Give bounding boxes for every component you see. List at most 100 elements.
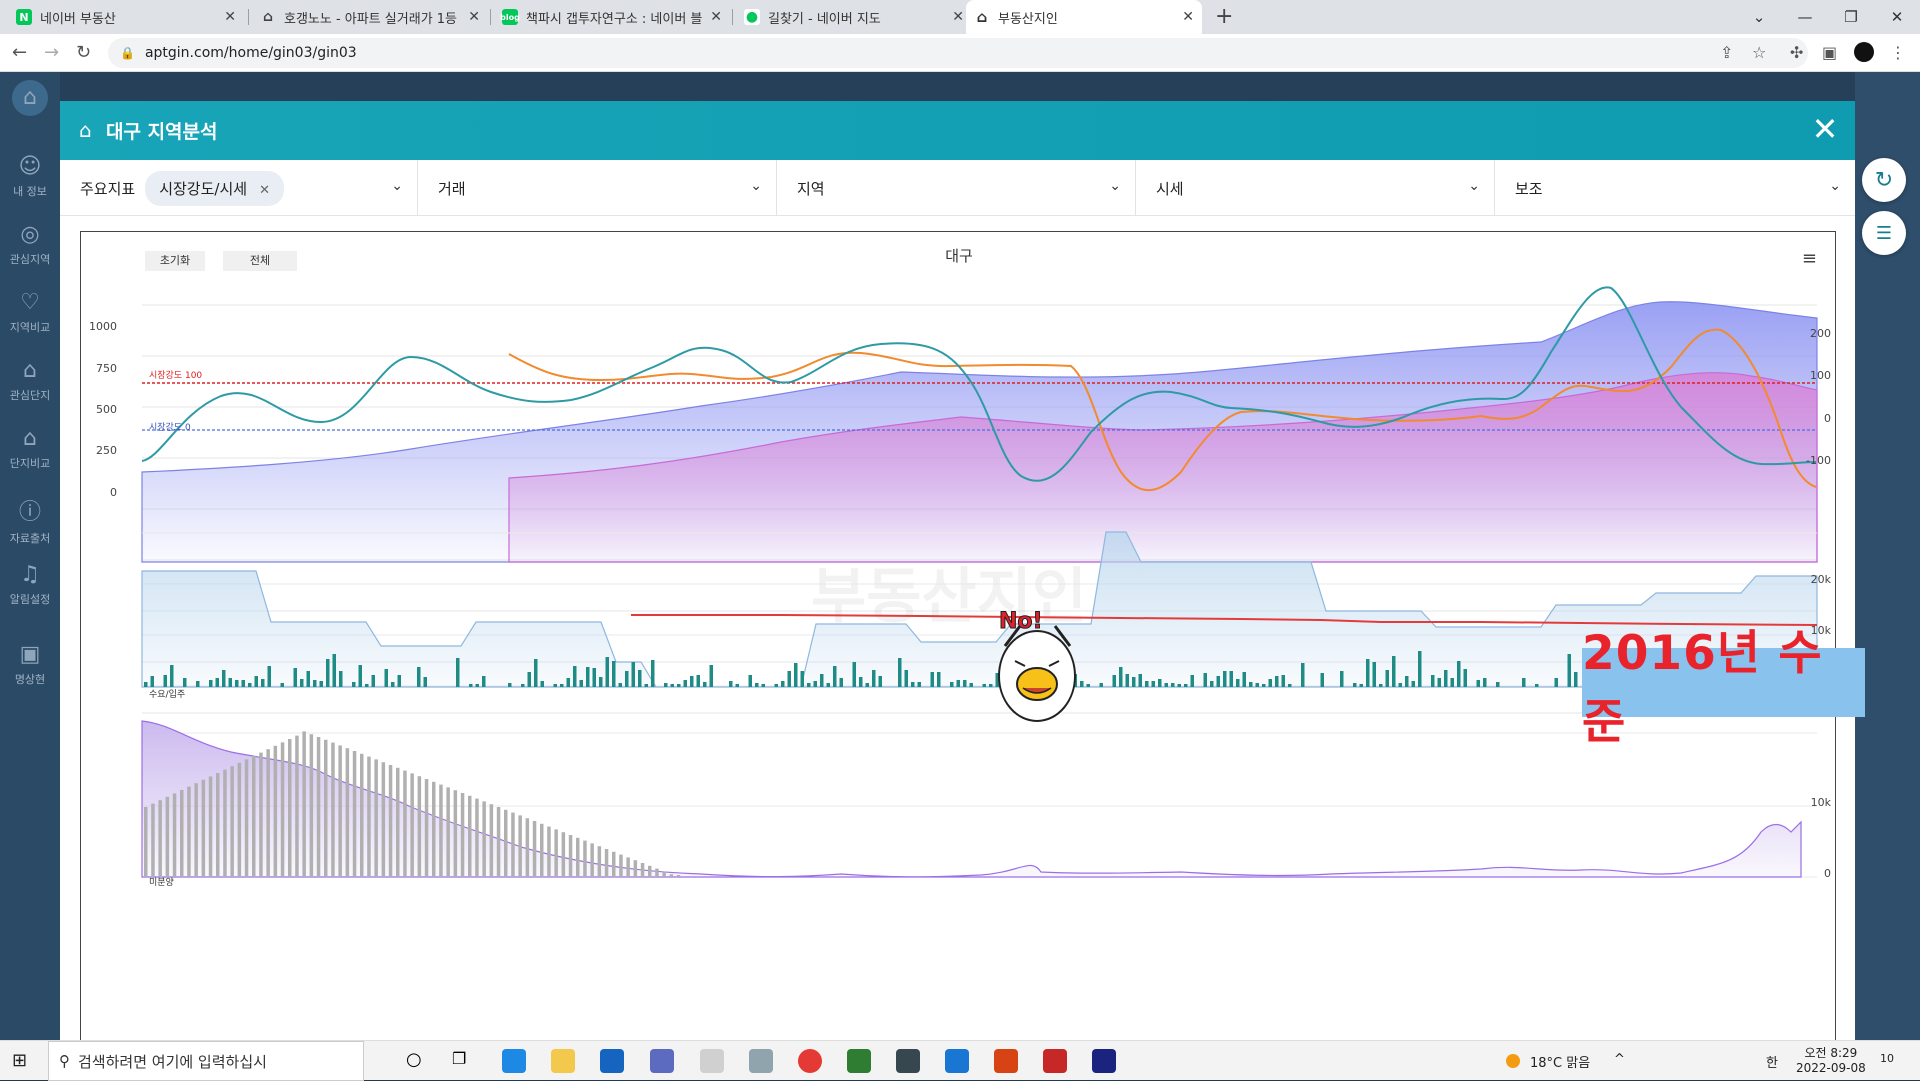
star-icon[interactable]: ☆ [1752, 43, 1766, 62]
share-icon[interactable]: ⇪ [1720, 43, 1733, 62]
demand-bar [872, 670, 876, 687]
svg-text:-100: -100 [1806, 454, 1831, 467]
explorer-icon[interactable] [551, 1049, 575, 1073]
demand-bar [566, 678, 570, 687]
extensions-icon[interactable]: ✣ [1790, 43, 1803, 62]
mail-icon[interactable] [650, 1049, 674, 1073]
chevron-down-icon: ⌄ [1829, 178, 1841, 194]
tab-naver-map[interactable]: ● 길찾기 - 네이버 지도 ✕ [736, 0, 972, 34]
unsold-bar [633, 860, 638, 877]
clock[interactable]: 오전 8:29 2022-09-08 [1796, 1044, 1866, 1075]
unsold-bar [280, 742, 285, 877]
settings-sliders-button[interactable]: ☰ [1862, 211, 1906, 255]
unsold-bar [295, 735, 299, 877]
unsold-bar [252, 756, 256, 877]
close-icon[interactable]: ✕ [468, 9, 480, 25]
demand-bar [1099, 683, 1103, 687]
menu-icon[interactable]: ⋮ [1890, 43, 1906, 62]
chip-remove-icon[interactable]: ✕ [259, 183, 270, 198]
demand-bar [144, 682, 148, 687]
line-label-0: 시장강도 0 [149, 422, 191, 433]
logo-icon[interactable]: ⌂ [0, 80, 60, 116]
tab-title: 네이버 부동산 [40, 11, 116, 27]
sidebar-item-alarm[interactable]: ♫ 알림설정 [0, 562, 60, 607]
edge-icon[interactable] [502, 1049, 526, 1073]
refresh-button[interactable]: ↻ [1862, 158, 1906, 202]
sidebar-item-complex-compare[interactable]: ⌂ 단지비교 [0, 426, 60, 471]
tab-blog[interactable]: blog 책파시 갭투자연구소 : 네이버 블 ✕ [494, 0, 730, 34]
sidebar-item-source[interactable]: ⓘ 자료출처 [0, 494, 60, 546]
sidebar-item-profile[interactable]: ☺ 내 정보 [0, 154, 60, 199]
tab-naver-realestate[interactable]: N 네이버 부동산 ✕ [8, 0, 244, 34]
svg-text:750: 750 [96, 362, 117, 375]
notification-badge[interactable]: 10 [1880, 1052, 1894, 1065]
tab-aptgin[interactable]: ⌂ 부동산지인 ✕ [966, 0, 1202, 34]
close-icon[interactable]: ✕ [952, 9, 964, 25]
modal-close-button[interactable]: ✕ [1805, 109, 1845, 149]
windows-start-icon[interactable]: ⊞ [12, 1050, 27, 1071]
tab-hogangnono[interactable]: ⌂ 호갱노노 - 아파트 실거래가 1등 ✕ [252, 0, 488, 34]
close-icon[interactable]: ✕ [224, 9, 236, 25]
ime-indicator[interactable]: 한 [1766, 1052, 1778, 1071]
demand-bar [1366, 659, 1370, 687]
demand-bar [1158, 679, 1162, 687]
demand-bar [1151, 681, 1155, 687]
demand-bar [904, 670, 908, 687]
unsold-bar [230, 766, 234, 877]
demand-bar [241, 680, 245, 687]
unsold-bar [165, 796, 170, 877]
sidepanel-icon[interactable]: ▣ [1822, 43, 1837, 62]
windows-taskbar: ⊞ ⚲ 검색하려면 여기에 입력하십시 ○ ❐ 18°C 맑음 ^ 한 오전 8… [0, 1040, 1920, 1081]
unsold-bar [561, 832, 566, 877]
close-icon[interactable]: ✕ [1182, 9, 1194, 25]
app-icon[interactable] [749, 1049, 773, 1073]
restore-button[interactable]: ❐ [1828, 0, 1874, 34]
sidebar-item-fav-complex[interactable]: ⌂ 관심단지 [0, 358, 60, 403]
weather-text[interactable]: 18°C 맑음 [1530, 1052, 1590, 1071]
unsold-bar [676, 875, 681, 877]
forward-icon[interactable]: → [44, 42, 59, 63]
unsold-bar [324, 739, 328, 877]
demand-bar [1236, 679, 1240, 687]
chrome-icon[interactable] [798, 1049, 822, 1073]
back-icon[interactable]: ← [12, 42, 27, 63]
sidebar-item-user[interactable]: ▣ 명상현 [0, 642, 60, 687]
chevron-down-icon: ⌄ [1468, 178, 1480, 194]
tab-search-icon[interactable]: ⌄ [1736, 0, 1782, 34]
calendar-icon[interactable] [945, 1049, 969, 1073]
deal-select[interactable]: 거래 ⌄ [418, 160, 777, 216]
app-icon[interactable] [1043, 1049, 1067, 1073]
url-text: aptgin.com/home/gin03/gin03 [144, 45, 357, 61]
demand-bar [969, 683, 973, 687]
excel-icon[interactable] [847, 1049, 871, 1073]
office-icon[interactable] [994, 1049, 1018, 1073]
sidebar-item-fav-region[interactable]: ◎ 관심지역 [0, 222, 60, 267]
minimize-button[interactable]: — [1782, 0, 1828, 34]
mid-panel-label: 수요/입주 [149, 688, 185, 700]
taskbar-search[interactable]: ⚲ 검색하려면 여기에 입력하십시 [48, 1041, 364, 1081]
main-indicator-select[interactable]: 주요지표 시장강도/시세 ✕ ⌄ [60, 160, 418, 216]
close-icon[interactable]: ✕ [710, 9, 722, 25]
task-view-icon[interactable]: ❐ [452, 1049, 476, 1073]
store-icon[interactable] [600, 1049, 624, 1073]
profile-avatar[interactable] [1854, 42, 1874, 62]
selected-chip[interactable]: 시장강도/시세 ✕ [145, 170, 284, 206]
demand-bar [930, 672, 934, 687]
app-icon[interactable] [1092, 1049, 1116, 1073]
aux-select[interactable]: 보조 ⌄ [1495, 160, 1855, 216]
cortana-icon[interactable]: ○ [406, 1049, 430, 1073]
app-icon[interactable] [700, 1049, 724, 1073]
unsold-bar [511, 812, 515, 877]
new-tab-button[interactable]: + [1215, 4, 1233, 29]
demand-bar [677, 684, 681, 687]
reload-icon[interactable]: ↻ [76, 42, 91, 63]
demand-bar [1418, 651, 1422, 687]
price-select[interactable]: 시세 ⌄ [1136, 160, 1495, 216]
app-icon[interactable] [896, 1049, 920, 1073]
info-icon: ⓘ [18, 500, 41, 525]
sidebar-item-region-compare[interactable]: ♡ 지역비교 [0, 290, 60, 335]
region-select[interactable]: 지역 ⌄ [777, 160, 1136, 216]
window-close-button[interactable]: ✕ [1874, 0, 1920, 34]
url-field[interactable]: 🔒 aptgin.com/home/gin03/gin03 [108, 38, 1808, 68]
tray-chevron-icon[interactable]: ^ [1614, 1052, 1625, 1067]
